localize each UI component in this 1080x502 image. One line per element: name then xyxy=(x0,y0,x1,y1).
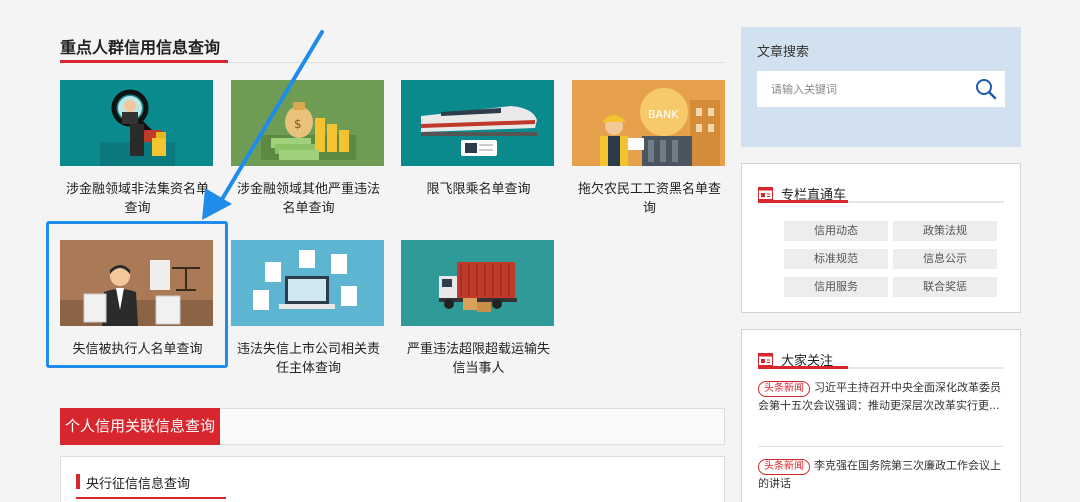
card-overload-transport[interactable]: 严重违法超限超载运输失信当事人 xyxy=(401,240,556,378)
search-icon[interactable] xyxy=(975,78,997,100)
page-title: 重点人群信用信息查询 xyxy=(60,38,221,57)
sub-title-marker xyxy=(76,474,80,489)
card-label: 违法失信上市公司相关责任主体查询 xyxy=(236,342,380,376)
card-financial-violation[interactable]: $ 涉金融领域其他严重违法名单查询 xyxy=(231,80,386,218)
newspaper-icon xyxy=(758,353,773,366)
card-label: 涉金融领域其他严重违法名单查询 xyxy=(236,182,380,216)
bank-sign: BANK xyxy=(648,108,679,121)
column-item-credit-news[interactable]: 信用动态 xyxy=(784,221,888,241)
title-underline xyxy=(60,60,228,63)
title-underline xyxy=(758,366,848,369)
money-bags-image: $ xyxy=(231,80,384,166)
laptop-documents-image xyxy=(231,240,384,326)
sub-title-underline xyxy=(76,497,226,499)
news-tag: 头条新闻 xyxy=(758,381,810,397)
column-panel: 专栏直通车 信用动态 政策法规 标准规范 信息公示 信用服务 联合奖惩 xyxy=(741,163,1021,313)
column-item-policy[interactable]: 政策法规 xyxy=(893,221,997,241)
card-label: 拖欠农民工工资黑名单查询 xyxy=(577,182,721,216)
newspaper-icon xyxy=(758,187,773,200)
card-listed-company[interactable]: 违法失信上市公司相关责任主体查询 xyxy=(231,240,386,378)
magnifier-person-image xyxy=(60,80,213,166)
column-item-credit-service[interactable]: 信用服务 xyxy=(784,277,888,297)
svg-text:$: $ xyxy=(294,117,302,131)
central-bank-credit-link[interactable]: 央行征信信息查询 xyxy=(86,473,190,492)
column-item-disclosure[interactable]: 信息公示 xyxy=(893,249,997,269)
card-travel-restriction[interactable]: 限飞限乘名单查询 xyxy=(401,80,556,199)
news-item[interactable]: 头条新闻 李克强在国务院第三次廉政工作会议上的讲话 xyxy=(758,457,1008,493)
news-tag: 头条新闻 xyxy=(758,459,810,475)
search-box xyxy=(757,71,1005,107)
truck-image xyxy=(401,240,554,326)
divider xyxy=(758,446,1004,447)
search-label: 文章搜索 xyxy=(757,45,810,60)
card-label: 涉金融领域非法集资名单查询 xyxy=(65,182,209,216)
highlight-frame xyxy=(46,221,228,368)
card-illegal-fundraising[interactable]: 涉金融领域非法集资名单查询 xyxy=(60,80,215,218)
card-wage-arrears[interactable]: BANK 拖欠农民工工资黑名单查询 xyxy=(572,80,727,218)
column-item-standards[interactable]: 标准规范 xyxy=(784,249,888,269)
worker-bank-image: BANK xyxy=(572,80,725,166)
card-label: 严重违法超限超载运输失信当事人 xyxy=(406,342,550,376)
column-item-rewards[interactable]: 联合奖惩 xyxy=(893,277,997,297)
train-image xyxy=(401,80,554,166)
search-input[interactable] xyxy=(771,71,971,107)
title-underline xyxy=(758,200,848,203)
card-label: 限飞限乘名单查询 xyxy=(426,182,531,197)
news-item[interactable]: 头条新闻 习近平主持召开中央全面深化改革委员会第十五次会议强调：推动更深层次改革实… xyxy=(758,379,1008,415)
focus-panel: 大家关注 头条新闻 习近平主持召开中央全面深化改革委员会第十五次会议强调：推动更深… xyxy=(741,329,1021,502)
tab-personal-credit[interactable]: 个人信用关联信息查询 xyxy=(60,408,220,445)
